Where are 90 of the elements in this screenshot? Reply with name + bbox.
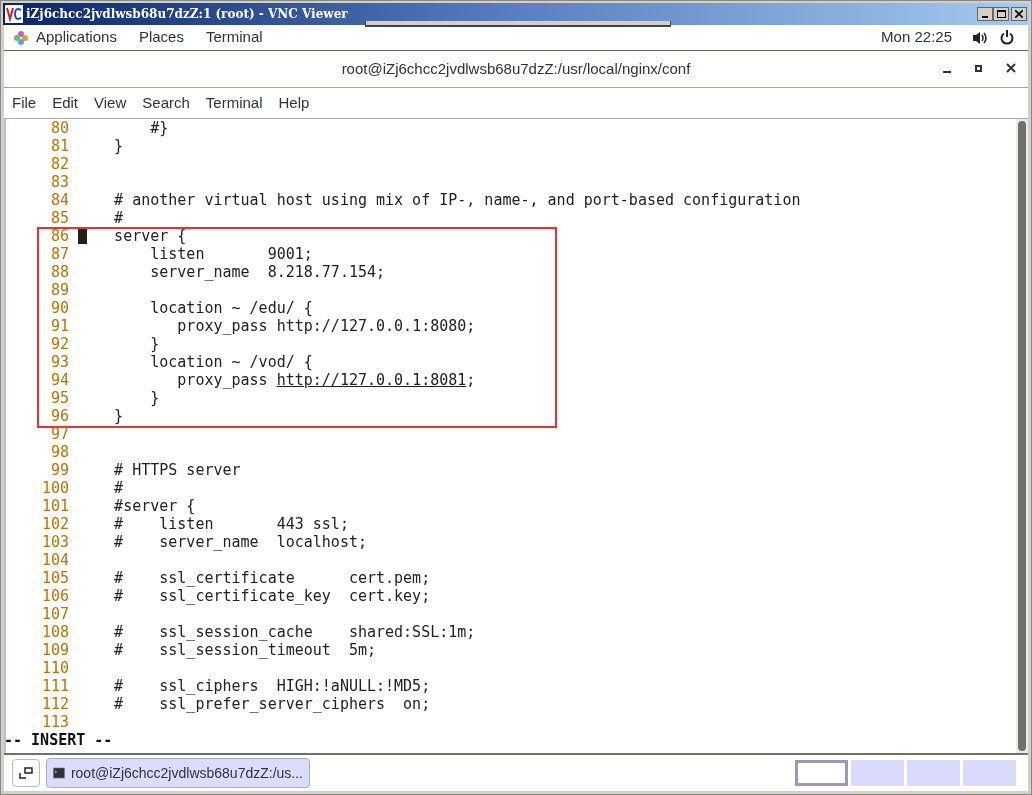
applications-icon [14, 30, 28, 45]
line-number: 92 [49, 335, 69, 353]
line-number: 98 [49, 443, 69, 461]
line-number: 105 [40, 569, 69, 587]
line-number: 89 [49, 281, 69, 299]
code-line: server_name 8.218.77.154; [150, 263, 386, 281]
code-line: location ~ /edu/ { [150, 299, 313, 317]
line-number: 107 [40, 605, 69, 623]
line-number: 103 [40, 533, 69, 551]
clock[interactable]: Mon 22:25 [881, 26, 952, 49]
maximize-icon [996, 10, 1006, 18]
line-number: 110 [40, 659, 69, 677]
code-line: #server { [114, 497, 196, 515]
code-line: proxy_pass http://127.0.0.1:8081; [177, 371, 476, 389]
line-number: 90 [49, 299, 69, 317]
line-number: 109 [40, 641, 69, 659]
code-line: # another virtual host using mix of IP-, name-, and port-based configuration [114, 191, 801, 209]
line-number: 82 [49, 155, 69, 173]
power-icon[interactable] [1000, 30, 1014, 45]
line-number: 85 [49, 209, 69, 227]
line-number: 80 [49, 119, 69, 137]
code-line: } [114, 407, 124, 425]
line-number: 100 [40, 479, 69, 497]
menu-item[interactable]: File [12, 91, 37, 115]
line-number: 104 [40, 551, 69, 569]
code-line: # listen 443 ssl; [114, 515, 349, 533]
volume-icon[interactable] [972, 30, 988, 45]
menu-item[interactable]: View [94, 91, 127, 115]
line-number: 102 [40, 515, 69, 533]
line-number: 93 [49, 353, 69, 371]
code-line: #} [150, 119, 169, 137]
code-line: listen 9001; [150, 245, 313, 263]
line-number: 113 [40, 713, 69, 731]
line-number: 87 [49, 245, 69, 263]
code-line: # ssl_session_cache shared:SSL:1m; [114, 623, 476, 641]
workspace-button[interactable] [795, 760, 848, 786]
line-number: 111 [40, 677, 69, 695]
code-line: } [114, 137, 124, 155]
close-icon [1015, 10, 1023, 18]
line-number: 94 [49, 371, 69, 389]
panel-menu[interactable]: Places [138, 26, 184, 49]
vim-mode-indicator: -- INSERT -- [4, 731, 114, 749]
line-number: 99 [49, 461, 69, 479]
line-number: 96 [49, 407, 69, 425]
line-number: 84 [49, 191, 69, 209]
menu-item[interactable]: Help [278, 91, 310, 115]
code-line: } [150, 335, 160, 353]
minimize-icon [982, 16, 988, 18]
line-number: 86 [49, 227, 69, 245]
code-line: location ~ /vod/ { [150, 353, 313, 371]
menu-item[interactable]: Terminal [205, 91, 263, 115]
code-line: server { [114, 227, 187, 245]
code-line: # ssl_prefer_server_ciphers on; [114, 695, 431, 713]
menu-item[interactable]: Edit [52, 91, 79, 115]
maximize-button[interactable] [993, 7, 1009, 21]
code-line: # [114, 479, 124, 497]
panel-menu[interactable]: Terminal [205, 26, 263, 49]
line-number: 112 [40, 695, 69, 713]
app-logo-icon [5, 5, 23, 23]
line-number: 83 [49, 173, 69, 191]
code-line: # ssl_ciphers HIGH:!aNULL:!MD5; [114, 677, 431, 695]
line-number: 101 [40, 497, 69, 515]
line-number: 108 [40, 623, 69, 641]
maximize-icon[interactable] [975, 64, 982, 72]
line-number: 106 [40, 587, 69, 605]
line-number: 88 [49, 263, 69, 281]
code-line: proxy_pass http://127.0.0.1:8080; [177, 317, 476, 335]
minimize-button[interactable] [977, 7, 993, 21]
taskbar-window-button[interactable]: root@iZj6chcc2jvdlwsb68u7dzZ:/us... [46, 758, 310, 788]
line-number: 95 [49, 389, 69, 407]
line-number: 97 [49, 425, 69, 443]
windows-icon [19, 767, 33, 779]
terminal-title: root@iZj6chcc2jvdlwsb68u7dzZ:/usr/local/nginx/conf [341, 58, 691, 79]
window-title: iZj6chcc2jvdlwsb68u7dzZ:1 (root) - VNC Viewer [26, 6, 348, 23]
menu-item[interactable]: Search [142, 91, 190, 115]
code-line: # HTTPS server [114, 461, 241, 479]
close-icon[interactable] [1006, 63, 1016, 73]
code-line: } [150, 389, 160, 407]
panel-menu[interactable]: Applications [36, 26, 117, 49]
code-line: # ssl_certificate cert.pem; [114, 569, 431, 587]
line-number: 91 [49, 317, 69, 335]
code-line: # ssl_certificate_key cert.key; [114, 587, 431, 605]
line-number: 81 [49, 137, 69, 155]
show-desktop-button[interactable] [12, 759, 40, 787]
url-link[interactable]: http://127.0.0.1:8081 [276, 371, 467, 389]
code-line: # server_name localhost; [114, 533, 367, 551]
code-line: # [114, 209, 124, 227]
close-button[interactable] [1011, 7, 1027, 21]
terminal-icon [53, 764, 65, 782]
code-line: # ssl_session_timeout 5m; [114, 641, 376, 659]
